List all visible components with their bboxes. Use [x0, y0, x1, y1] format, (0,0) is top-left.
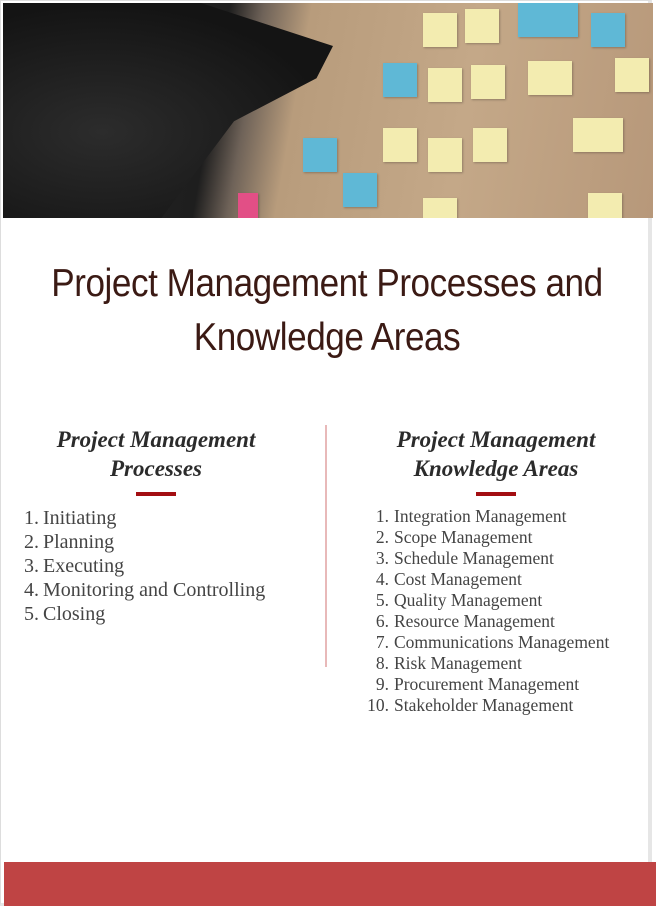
item-number: 5. — [375, 590, 389, 610]
knowledge-areas-column: Project Management Knowledge Areas 1. Int… — [341, 425, 651, 716]
item-label: Risk Management — [394, 653, 522, 673]
item-label: Integration Management — [394, 506, 567, 526]
list-item: 6. Resource Management — [341, 611, 651, 632]
item-label: Procurement Management — [394, 674, 580, 694]
page: Project Management Processes and Knowled… — [0, 0, 656, 906]
list-item: 9. Procurement Management — [341, 674, 651, 695]
hero-photo — [3, 3, 653, 218]
item-number: 4. — [375, 569, 389, 589]
item-label: Closing — [43, 603, 106, 625]
item-number: 7. — [375, 632, 389, 652]
processes-heading: Project Management Processes — [56, 427, 256, 481]
list-item: 7. Communications Management — [341, 632, 651, 653]
item-number: 6. — [375, 611, 389, 631]
item-number: 1. — [24, 507, 39, 529]
item-label: Executing — [43, 555, 125, 577]
list-item: 1. Initiating — [21, 506, 291, 530]
item-label: Stakeholder Management — [394, 695, 574, 715]
item-label: Cost Management — [394, 569, 522, 589]
knowledge-areas-heading: Project Management Knowledge Areas — [396, 427, 596, 481]
processes-list: 1. Initiating 2. Planning 3. Executing 4. Monit… — [21, 506, 291, 626]
list-item: 3. Schedule Management — [341, 548, 651, 569]
item-label: Schedule Management — [394, 548, 554, 568]
list-item: 10. Stakeholder Management — [341, 695, 651, 716]
list-item: 1. Integration Management — [341, 506, 651, 527]
list-item: 4. Monitoring and Controlling — [21, 578, 291, 602]
item-number: 2. — [24, 531, 39, 553]
list-item: 3. Executing — [21, 554, 291, 578]
page-title: Project Management Processes and Knowled… — [51, 262, 603, 359]
item-label: Planning — [43, 531, 115, 553]
list-item: 2. Planning — [21, 530, 291, 554]
list-item: 2. Scope Management — [341, 527, 651, 548]
item-number: 10. — [367, 695, 389, 715]
item-label: Quality Management — [394, 590, 543, 610]
accent-bar — [136, 492, 176, 496]
knowledge-areas-list: 1. Integration Management 2. Scope Manageme… — [341, 506, 651, 716]
item-label: Scope Management — [394, 527, 533, 547]
item-number: 8. — [375, 653, 389, 673]
accent-bar — [476, 492, 516, 496]
processes-column: Project Management Processes 1. Initiatin… — [21, 425, 291, 626]
list-item: 5. Quality Management — [341, 590, 651, 611]
item-number: 3. — [24, 555, 39, 577]
list-item: 8. Risk Management — [341, 653, 651, 674]
item-label: Monitoring and Controlling — [43, 579, 266, 601]
item-number: 9. — [375, 674, 389, 694]
list-item: 5. Closing — [21, 602, 291, 626]
item-number: 1. — [375, 506, 389, 526]
item-label: Initiating — [43, 507, 117, 529]
item-number: 4. — [24, 579, 39, 601]
item-number: 3. — [375, 548, 389, 568]
item-label: Resource Management — [394, 611, 555, 631]
item-number: 5. — [24, 603, 39, 625]
column-divider — [325, 425, 327, 667]
footer-band — [4, 862, 656, 906]
list-item: 4. Cost Management — [341, 569, 651, 590]
item-label: Communications Management — [394, 632, 610, 652]
item-number: 2. — [375, 527, 389, 547]
